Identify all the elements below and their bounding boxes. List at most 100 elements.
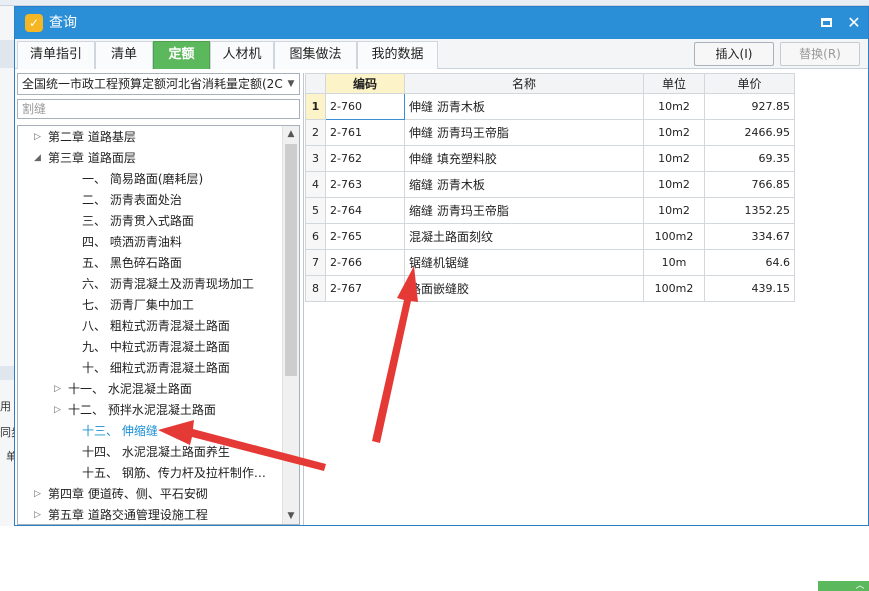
table-row[interactable]: 3 2-762 伸缝 填充塑料胶 10m2 69.35 <box>305 145 795 172</box>
tree-item-label: 十五、 钢筋、传力杆及拉杆制作… <box>82 466 266 480</box>
code-cell[interactable]: 2-765 <box>325 223 405 250</box>
expand-icon[interactable]: ▷ <box>34 484 44 505</box>
unit-column-header[interactable]: 单位 <box>643 73 705 94</box>
price-cell[interactable]: 439.15 <box>704 275 795 302</box>
name-column-header[interactable]: 名称 <box>404 73 644 94</box>
tree-item-label: 十四、 水泥混凝土路面养生 <box>82 445 230 459</box>
tree-item-label: 一、 简易路面(磨耗层) <box>82 172 204 186</box>
unit-cell[interactable]: 10m2 <box>643 93 705 120</box>
app-logo-icon: ✓ <box>25 14 43 32</box>
tab-my-data[interactable]: 我的数据 <box>357 41 438 69</box>
table-row[interactable]: 6 2-765 混凝土路面刻纹 100m2 334.67 <box>305 223 795 250</box>
tree-item-label: 八、 粗粒式沥青混凝土路面 <box>82 319 230 333</box>
price-cell[interactable]: 927.85 <box>704 93 795 120</box>
table-row[interactable]: 5 2-764 缩缝 沥青玛王帝脂 10m2 1352.25 <box>305 197 795 224</box>
unit-cell[interactable]: 10m <box>643 249 705 276</box>
tree-item-label: 七、 沥青厂集中加工 <box>82 298 194 312</box>
name-cell[interactable]: 伸缝 沥青玛王帝脂 <box>404 119 644 146</box>
tab-bill-guide[interactable]: 清单指引 <box>17 41 95 69</box>
insert-button[interactable]: 插入(I) <box>694 42 774 66</box>
table-row[interactable]: 1 2-760 伸缝 沥青木板 10m2 927.85 <box>305 93 795 120</box>
quota-library-select[interactable]: 全国统一市政工程预算定额河北省消耗量定额(2C ▼ <box>17 73 300 95</box>
expand-icon[interactable]: ▷ <box>54 379 64 400</box>
name-cell[interactable]: 缩缝 沥青木板 <box>404 171 644 198</box>
price-cell[interactable]: 334.67 <box>704 223 795 250</box>
table-row[interactable]: 2 2-761 伸缝 沥青玛王帝脂 10m2 2466.95 <box>305 119 795 146</box>
quota-table: 编码 名称 单位 单价 1 2-760 伸缝 沥青木板 10m2 927.85 2 2-76… <box>305 73 795 302</box>
table-row[interactable]: 8 2-767 路面嵌缝胶 100m2 439.15 <box>305 275 795 302</box>
price-cell[interactable]: 69.35 <box>704 145 795 172</box>
name-cell[interactable]: 伸缝 填充塑料胶 <box>404 145 644 172</box>
search-input[interactable] <box>17 99 300 119</box>
query-dialog: ✓ 查询 ✕ 清单指引 清单 定额 人材机 图集做法 我的数据 插入(I) 替换… <box>14 6 869 591</box>
row-number-cell[interactable]: 3 <box>305 145 326 172</box>
row-number-cell[interactable]: 2 <box>305 119 326 146</box>
row-number-cell[interactable]: 5 <box>305 197 326 224</box>
price-cell[interactable]: 1352.25 <box>704 197 795 224</box>
tab-bill[interactable]: 清单 <box>95 41 153 69</box>
tree-item-label: 第四章 便道砖、侧、平石安砌 <box>48 487 208 501</box>
scroll-down-icon[interactable]: ▼ <box>283 508 299 524</box>
name-cell[interactable]: 伸缝 沥青木板 <box>404 93 644 120</box>
price-cell[interactable]: 64.6 <box>704 249 795 276</box>
row-number-cell[interactable]: 7 <box>305 249 326 276</box>
price-column-header[interactable]: 单价 <box>704 73 795 94</box>
price-cell[interactable]: 766.85 <box>704 171 795 198</box>
code-cell[interactable]: 2-763 <box>325 171 405 198</box>
name-cell[interactable]: 锯缝机锯缝 <box>404 249 644 276</box>
panel-expand-handle[interactable]: ︿ <box>818 581 869 591</box>
row-number-header <box>305 73 326 94</box>
maximize-button[interactable] <box>815 13 837 33</box>
quota-library-value: 全国统一市政工程预算定额河北省消耗量定额(2C <box>22 77 283 91</box>
tree-item-label: 十一、 水泥混凝土路面 <box>68 382 192 396</box>
tree-item-label: 第二章 道路基层 <box>48 130 136 144</box>
table-header-row: 编码 名称 单位 单价 <box>305 73 795 94</box>
price-cell[interactable]: 2466.95 <box>704 119 795 146</box>
chapter-tree: ▷ 第五章 道路交通管理设施工程 ▷ 第四章 便道砖、侧、平石安砌 十五、 钢筋、传力杆… <box>17 125 300 525</box>
unit-cell[interactable]: 10m2 <box>643 197 705 224</box>
code-column-header[interactable]: 编码 <box>325 73 405 94</box>
tab-labor-material-machine[interactable]: 人材机 <box>210 41 274 69</box>
maximize-icon <box>820 17 832 27</box>
row-number-cell[interactable]: 6 <box>305 223 326 250</box>
row-number-cell[interactable]: 8 <box>305 275 326 302</box>
tab-quota[interactable]: 定额 <box>153 41 210 69</box>
tree-scrollbar[interactable]: ▲ ▼ <box>282 126 299 524</box>
close-button[interactable]: ✕ <box>843 13 865 33</box>
expand-icon[interactable]: ▷ <box>34 505 44 524</box>
tree-item-label: 十二、 预拌水泥混凝土路面 <box>68 403 216 417</box>
chevron-down-icon[interactable]: ▼ <box>283 74 299 94</box>
code-cell[interactable]: 2-764 <box>325 197 405 224</box>
scroll-thumb[interactable] <box>285 144 297 376</box>
tree-item-label: 十三、 伸缩缝 <box>82 424 158 438</box>
tree-item-label: 五、 黑色碎石路面 <box>82 256 182 270</box>
row-number-cell[interactable]: 4 <box>305 171 326 198</box>
unit-cell[interactable]: 10m2 <box>643 171 705 198</box>
expand-icon[interactable]: ▷ <box>34 127 44 148</box>
code-cell[interactable]: 2-761 <box>325 119 405 146</box>
code-cell[interactable]: 2-767 <box>325 275 405 302</box>
row-number-cell[interactable]: 1 <box>305 93 326 120</box>
code-cell[interactable]: 2-760 <box>325 93 405 120</box>
table-row[interactable]: 7 2-766 锯缝机锯缝 10m 64.6 <box>305 249 795 276</box>
replace-button[interactable]: 替换(R) <box>780 42 860 66</box>
table-row[interactable]: 4 2-763 缩缝 沥青木板 10m2 766.85 <box>305 171 795 198</box>
code-cell[interactable]: 2-766 <box>325 249 405 276</box>
unit-cell[interactable]: 100m2 <box>643 275 705 302</box>
unit-cell[interactable]: 10m2 <box>643 145 705 172</box>
tab-atlas-method[interactable]: 图集做法 <box>274 41 357 69</box>
unit-cell[interactable]: 10m2 <box>643 119 705 146</box>
quota-grid: 编码 名称 单位 单价 1 2-760 伸缝 沥青木板 10m2 927.85 2 2-76… <box>303 73 869 591</box>
name-cell[interactable]: 路面嵌缝胶 <box>404 275 644 302</box>
code-cell[interactable]: 2-762 <box>325 145 405 172</box>
collapse-icon[interactable]: ◢ <box>34 148 44 169</box>
expand-icon[interactable]: ▷ <box>54 400 64 421</box>
scroll-up-icon[interactable]: ▲ <box>283 126 299 142</box>
unit-cell[interactable]: 100m2 <box>643 223 705 250</box>
tree-item-label: 二、 沥青表面处治 <box>82 193 182 207</box>
name-cell[interactable]: 混凝土路面刻纹 <box>404 223 644 250</box>
close-icon: ✕ <box>847 13 861 32</box>
name-cell[interactable]: 缩缝 沥青玛王帝脂 <box>404 197 644 224</box>
title-bar[interactable]: ✓ 查询 ✕ <box>15 7 868 39</box>
tree-item-label: 六、 沥青混凝土及沥青现场加工 <box>82 277 254 291</box>
